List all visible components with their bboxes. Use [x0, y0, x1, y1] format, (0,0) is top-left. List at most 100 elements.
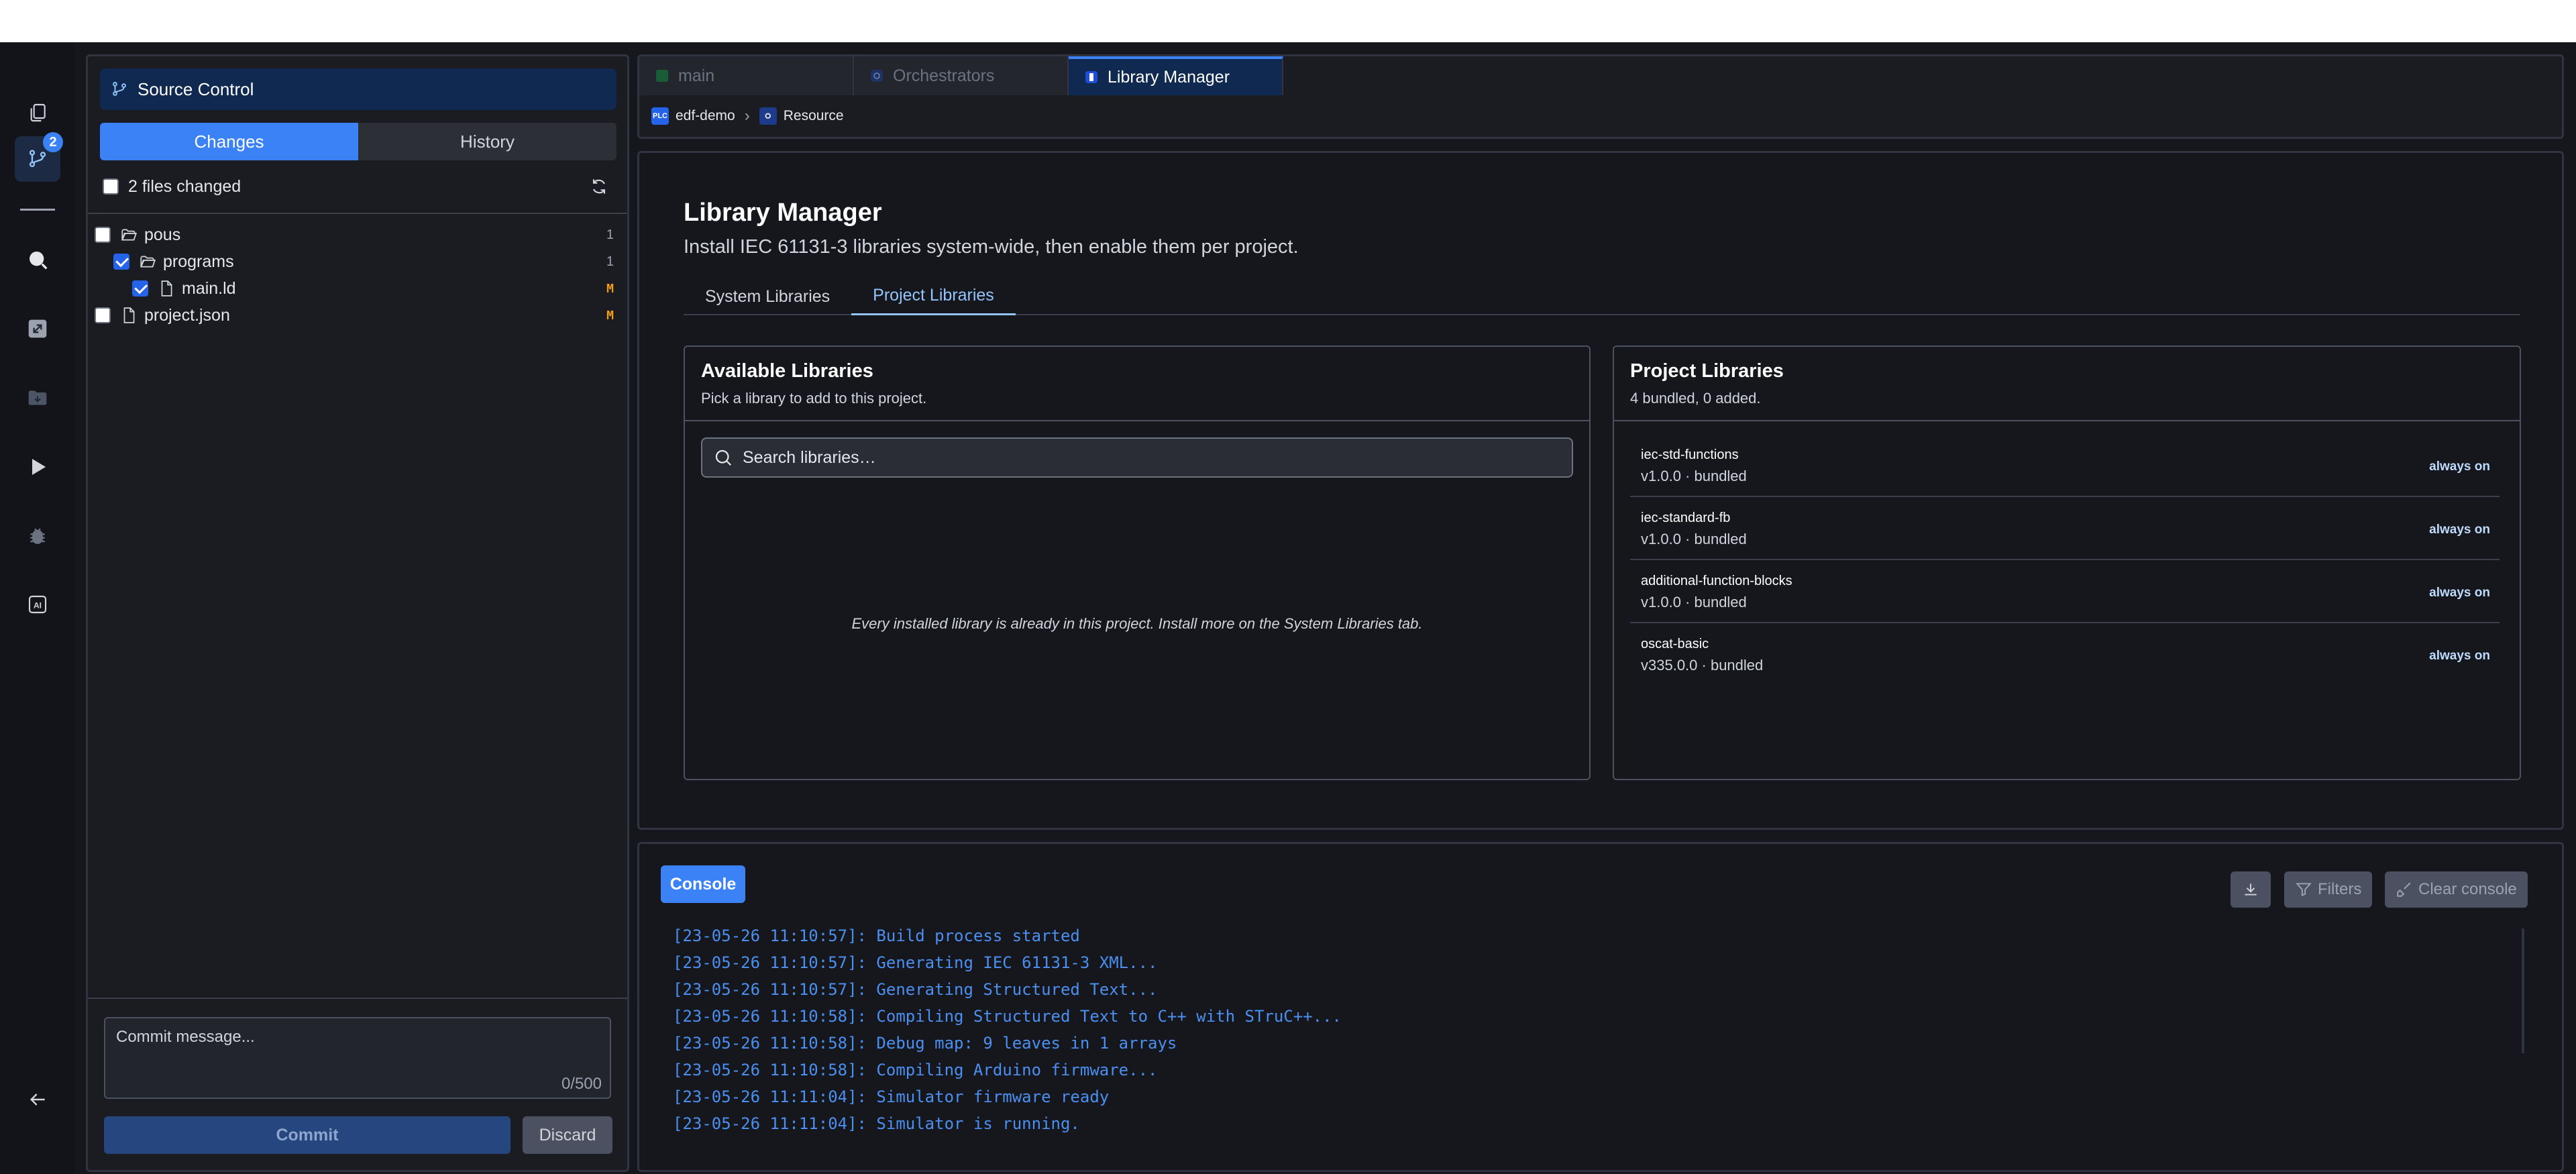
library-row: iec-standard-fb v1.0.0 · bundled always … — [1630, 497, 2500, 560]
change-count: 1 — [606, 254, 614, 269]
page-subtitle: Install IEC 61131-3 libraries system-wid… — [684, 236, 1299, 258]
tree-checkbox[interactable] — [132, 280, 148, 297]
tree-label: programs — [163, 252, 234, 271]
search-icon[interactable] — [15, 237, 60, 282]
library-row: oscat-basic v335.0.0 · bundled always on — [1630, 623, 2500, 686]
filters-button[interactable]: Filters — [2284, 871, 2373, 908]
console-tab[interactable]: Console — [661, 865, 745, 903]
panel-subtitle: 4 bundled, 0 added. — [1630, 390, 1761, 407]
files-changed-label: 2 files changed — [128, 176, 241, 196]
library-name: oscat-basic — [1641, 637, 1709, 651]
library-status: always on — [2429, 460, 2490, 474]
tree-item-main-ld[interactable]: main.ld M — [132, 275, 625, 302]
log-line: [23-05-26 11:10:57]: Generating IEC 6113… — [673, 953, 1158, 972]
broom-icon — [2397, 882, 2411, 897]
source-control-tabs: Changes History — [100, 123, 616, 160]
commit-placeholder: Commit message... — [116, 1028, 255, 1046]
library-manager: Library Manager Install IEC 61131-3 libr… — [637, 151, 2564, 830]
commit-button[interactable]: Commit — [104, 1116, 511, 1154]
tab-label: main — [678, 66, 715, 85]
breadcrumb: PLC edf-demo › ⛭ Resource — [651, 105, 844, 127]
source-control-icon[interactable]: 2 — [15, 132, 63, 182]
git-branch-icon — [113, 82, 126, 96]
log-line: [23-05-26 11:10:58]: Debug map: 9 leaves… — [673, 1034, 1177, 1053]
tree-checkbox[interactable] — [95, 307, 111, 323]
library-row: iec-std-functions v1.0.0 · bundled alway… — [1630, 434, 2500, 497]
file-icon — [123, 307, 135, 323]
log-line: [23-05-26 11:11:04]: Simulator is runnin… — [673, 1114, 1080, 1133]
library-status: always on — [2429, 586, 2490, 600]
tree-checkbox[interactable] — [113, 254, 129, 270]
breadcrumb-project[interactable]: edf-demo — [676, 108, 735, 124]
log-line: [23-05-26 11:11:04]: Simulator firmware … — [673, 1087, 1110, 1106]
tree-label: project.json — [144, 305, 230, 325]
tab-label: Library Manager — [1108, 67, 1230, 87]
commit-char-count: 0/500 — [561, 1075, 602, 1093]
debug-icon[interactable] — [15, 513, 60, 559]
library-version: v335.0.0 · bundled — [1641, 657, 1764, 674]
svg-text:AI: AI — [34, 600, 42, 610]
breadcrumb-resource[interactable]: Resource — [784, 108, 844, 124]
tab-orchestrators[interactable]: Orchestrators — [854, 56, 1069, 95]
download-folder-icon[interactable] — [15, 375, 60, 421]
empty-message: Every installed library is already in th… — [851, 615, 1423, 632]
search-input[interactable]: Search libraries… — [701, 437, 1573, 478]
library-name: additional-function-blocks — [1641, 574, 1792, 588]
plc-icon: PLC — [651, 107, 669, 125]
tree-item-pous[interactable]: pous 1 — [95, 221, 625, 248]
panel-title: Project Libraries — [1630, 360, 1784, 382]
tab-changes[interactable]: Changes — [100, 123, 358, 160]
expand-icon[interactable] — [15, 306, 60, 352]
divider — [685, 420, 1589, 421]
commit-message-field[interactable]: Commit message... 0/500 — [104, 1017, 611, 1099]
search-placeholder: Search libraries… — [743, 447, 876, 467]
filters-label: Filters — [2318, 880, 2362, 898]
console-panel: Console Filters Clear console [23-05-26 … — [637, 842, 2564, 1172]
source-control-panel: Source Control Changes History 2 files c… — [86, 54, 629, 1172]
ai-icon[interactable]: AI — [15, 582, 60, 627]
source-control-title: Source Control — [138, 78, 254, 99]
tree-item-programs[interactable]: programs 1 — [113, 248, 625, 275]
search-icon — [715, 449, 732, 466]
library-name: iec-standard-fb — [1641, 511, 1731, 525]
divider — [88, 998, 627, 999]
modified-badge: M — [606, 281, 614, 296]
change-count: 1 — [606, 227, 614, 242]
tab-library-manager[interactable]: Library Manager — [1069, 56, 1283, 95]
back-arrow-icon[interactable] — [15, 1077, 60, 1122]
available-libraries-panel: Available Libraries Pick a library to ad… — [684, 345, 1591, 780]
clear-console-button[interactable]: Clear console — [2385, 871, 2528, 908]
project-libraries-panel: Project Libraries 4 bundled, 0 added. ie… — [1613, 345, 2521, 780]
refresh-icon[interactable] — [588, 176, 610, 197]
tab-project-libraries[interactable]: Project Libraries — [851, 278, 1016, 315]
tab-history[interactable]: History — [358, 123, 616, 160]
download-log-button[interactable] — [2231, 871, 2271, 908]
file-icon — [161, 280, 172, 297]
panel-subtitle: Pick a library to add to this project. — [701, 390, 927, 407]
orchestrator-icon — [871, 70, 883, 82]
log-line: [23-05-26 11:10:57]: Generating Structur… — [673, 980, 1158, 999]
library-tabs: System Libraries Project Libraries — [684, 278, 2520, 315]
select-all-checkbox[interactable] — [103, 178, 119, 195]
explorer-icon[interactable] — [15, 90, 60, 136]
tab-system-libraries[interactable]: System Libraries — [684, 278, 851, 315]
folder-open-icon — [121, 229, 138, 241]
library-icon — [1085, 71, 1097, 83]
source-control-header: Source Control — [100, 68, 616, 110]
library-version: v1.0.0 · bundled — [1641, 594, 1747, 610]
files-changed-bar: 2 files changed — [103, 172, 619, 201]
library-status: always on — [2429, 649, 2490, 663]
activity-bar: 2 AI — [0, 42, 75, 1174]
tree-checkbox[interactable] — [95, 227, 111, 243]
tree-label: pous — [144, 225, 181, 244]
tree-item-project-json[interactable]: project.json M — [95, 302, 625, 329]
library-row: additional-function-blocks v1.0.0 · bund… — [1630, 560, 2500, 623]
clear-console-label: Clear console — [2418, 880, 2517, 898]
tab-main[interactable]: main — [639, 56, 854, 95]
chevron-right-icon: › — [744, 107, 750, 125]
console-scrollbar[interactable] — [2522, 928, 2524, 1053]
library-name: iec-std-functions — [1641, 447, 1739, 462]
resource-icon: ⛭ — [759, 107, 777, 125]
discard-button[interactable]: Discard — [523, 1116, 612, 1154]
run-icon[interactable] — [15, 444, 60, 490]
